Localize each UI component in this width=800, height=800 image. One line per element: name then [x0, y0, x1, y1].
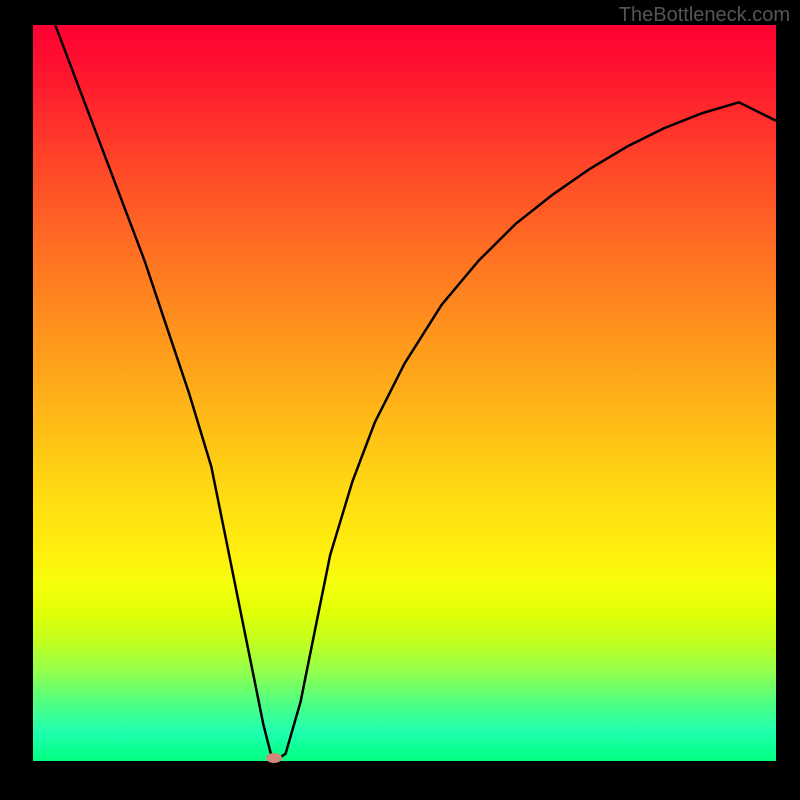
chart-plot-area: [33, 25, 776, 761]
bottleneck-curve: [33, 25, 776, 761]
watermark-text: TheBottleneck.com: [619, 4, 790, 27]
optimal-point-marker: [266, 753, 282, 763]
